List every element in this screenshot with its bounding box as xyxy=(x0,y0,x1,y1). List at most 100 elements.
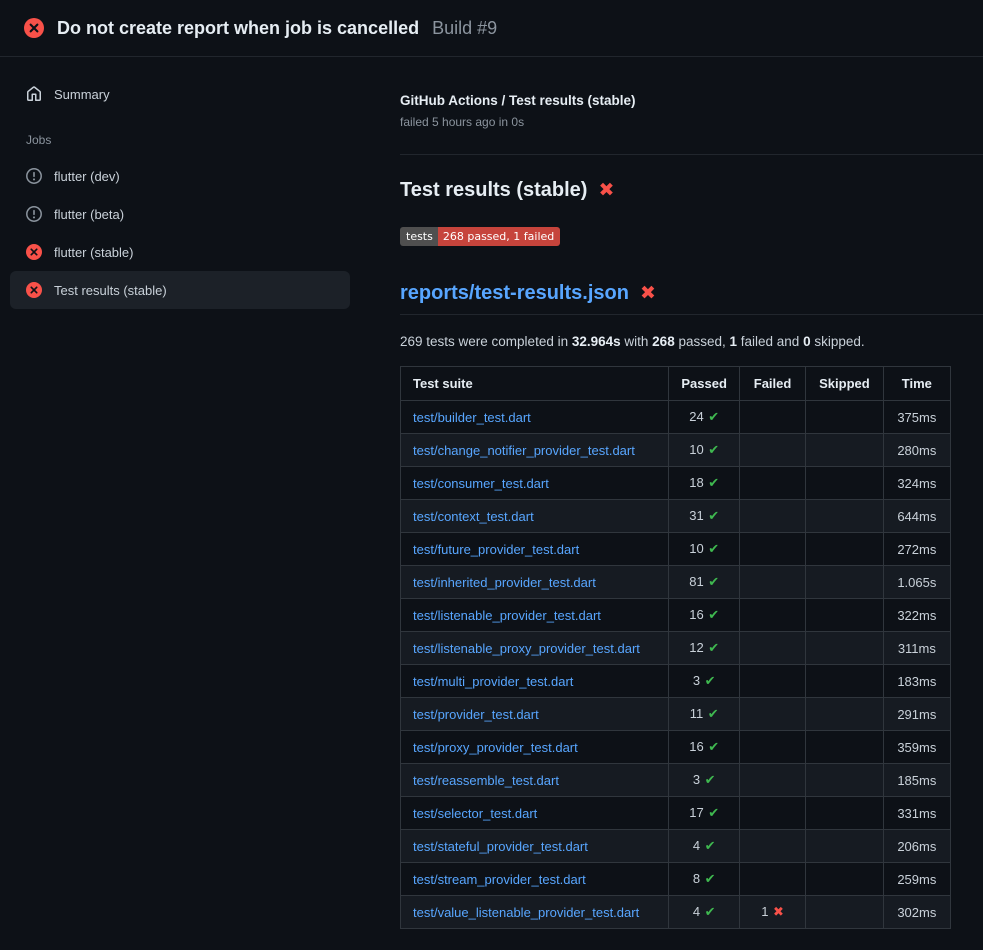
failed-status-icon xyxy=(26,244,42,260)
test-suite-link[interactable]: test/change_notifier_provider_test.dart xyxy=(413,443,635,458)
failed-cell xyxy=(739,863,805,896)
skipped-cell xyxy=(806,665,884,698)
main-content: GitHub Actions / Test results (stable) f… xyxy=(360,57,983,950)
test-suite-link[interactable]: test/listenable_proxy_provider_test.dart xyxy=(413,641,640,656)
pass-check-icon: ✔ xyxy=(700,674,715,689)
skipped-cell xyxy=(806,698,884,731)
sidebar-job-item[interactable]: flutter (stable) xyxy=(10,233,350,271)
job-label: flutter (dev) xyxy=(54,169,120,184)
failed-cell xyxy=(739,731,805,764)
suite-cell: test/context_test.dart xyxy=(401,500,669,533)
failed-cell xyxy=(739,665,805,698)
time-cell: 331ms xyxy=(883,797,950,830)
suite-cell: test/future_provider_test.dart xyxy=(401,533,669,566)
table-row: test/value_listenable_provider_test.dart… xyxy=(401,896,951,929)
skipped-cell xyxy=(806,764,884,797)
section-title: Test results (stable) xyxy=(400,179,587,202)
test-suite-link[interactable]: test/stream_provider_test.dart xyxy=(413,872,586,887)
home-icon xyxy=(26,86,42,102)
table-row: test/reassemble_test.dart3 ✔185ms xyxy=(401,764,951,797)
skipped-cell xyxy=(806,566,884,599)
test-suite-link[interactable]: test/value_listenable_provider_test.dart xyxy=(413,905,639,920)
time-cell: 291ms xyxy=(883,698,950,731)
passed-count: 4 xyxy=(693,838,700,853)
fail-x-icon: ✖ xyxy=(768,905,783,920)
summary-segment: 0 xyxy=(803,334,811,349)
sidebar-job-item[interactable]: flutter (beta) xyxy=(10,195,350,233)
table-row: test/change_notifier_provider_test.dart 1… xyxy=(401,434,951,467)
suite-cell: test/proxy_provider_test.dart xyxy=(401,731,669,764)
time-cell: 644ms xyxy=(883,500,950,533)
skipped-cell xyxy=(806,731,884,764)
skipped-cell xyxy=(806,599,884,632)
summary-segment: 268 xyxy=(652,334,675,349)
job-label: Test results (stable) xyxy=(54,283,167,298)
table-row: test/context_test.dart 31 ✔ 644ms xyxy=(401,500,951,533)
test-suite-link[interactable]: test/provider_test.dart xyxy=(413,707,539,722)
table-row: test/provider_test.dart 11 ✔ 291ms xyxy=(401,698,951,731)
pass-check-icon: ✔ xyxy=(704,806,719,821)
neutral-status-icon xyxy=(26,168,42,184)
passed-cell: 81 ✔ xyxy=(669,566,740,599)
suite-cell: test/change_notifier_provider_test.dart xyxy=(401,434,669,467)
breadcrumb: GitHub Actions / Test results (stable) xyxy=(400,93,983,108)
badge-value: 268 passed, 1 failed xyxy=(438,227,560,246)
passed-cell: 24 ✔ xyxy=(669,401,740,434)
suite-cell: test/selector_test.dart xyxy=(401,797,669,830)
passed-count: 31 xyxy=(689,508,703,523)
test-suite-link[interactable]: test/stateful_provider_test.dart xyxy=(413,839,588,854)
pass-check-icon: ✔ xyxy=(700,773,715,788)
failed-cell: 1 ✖ xyxy=(739,896,805,929)
passed-count: 10 xyxy=(689,442,703,457)
summary-segment: 32.964s xyxy=(572,334,621,349)
report-file-link[interactable]: reports/test-results.json xyxy=(400,282,629,305)
failed-cell xyxy=(739,764,805,797)
section-divider xyxy=(400,154,983,155)
skipped-cell xyxy=(806,434,884,467)
passed-cell: 11 ✔ xyxy=(669,698,740,731)
test-suite-link[interactable]: test/builder_test.dart xyxy=(413,410,531,425)
column-header-skipped: Skipped xyxy=(806,367,884,401)
sidebar-item-summary[interactable]: Summary xyxy=(10,75,350,113)
failed-cell xyxy=(739,599,805,632)
summary-segment: failed and xyxy=(737,334,803,349)
passed-cell: 31 ✔ xyxy=(669,500,740,533)
time-cell: 324ms xyxy=(883,467,950,500)
badge-label: tests xyxy=(400,227,438,246)
test-suite-link[interactable]: test/consumer_test.dart xyxy=(413,476,549,491)
test-suite-link[interactable]: test/selector_test.dart xyxy=(413,806,537,821)
test-suite-link[interactable]: test/future_provider_test.dart xyxy=(413,542,579,557)
failed-cell xyxy=(739,401,805,434)
test-suite-link[interactable]: test/multi_provider_test.dart xyxy=(413,674,573,689)
check-run-header: Do not create report when job is cancell… xyxy=(0,0,983,57)
table-row: test/proxy_provider_test.dart16 ✔359ms xyxy=(401,731,951,764)
passed-cell: 18 ✔ xyxy=(669,467,740,500)
passed-count: 3 xyxy=(693,673,700,688)
suite-cell: test/builder_test.dart xyxy=(401,401,669,434)
passed-count: 11 xyxy=(690,706,704,721)
passed-cell: 10 ✔ xyxy=(669,533,740,566)
table-row: test/inherited_provider_test.dart81 ✔1.0… xyxy=(401,566,951,599)
tests-status-badge: tests 268 passed, 1 failed xyxy=(400,227,560,246)
test-suite-link[interactable]: test/inherited_provider_test.dart xyxy=(413,575,596,590)
test-suite-link[interactable]: test/proxy_provider_test.dart xyxy=(413,740,578,755)
time-cell: 185ms xyxy=(883,764,950,797)
suite-cell: test/multi_provider_test.dart xyxy=(401,665,669,698)
skipped-cell xyxy=(806,863,884,896)
time-cell: 311ms xyxy=(883,632,950,665)
time-cell: 272ms xyxy=(883,533,950,566)
report-heading: reports/test-results.json ✖ xyxy=(400,282,983,315)
test-suite-link[interactable]: test/listenable_provider_test.dart xyxy=(413,608,601,623)
sidebar-job-item[interactable]: flutter (dev) xyxy=(10,157,350,195)
failed-cell xyxy=(739,434,805,467)
pass-check-icon: ✔ xyxy=(700,905,715,920)
passed-cell: 4 ✔ xyxy=(669,896,740,929)
test-suite-link[interactable]: test/context_test.dart xyxy=(413,509,534,524)
table-row: test/listenable_proxy_provider_test.dart… xyxy=(401,632,951,665)
test-suite-link[interactable]: test/reassemble_test.dart xyxy=(413,773,559,788)
pass-check-icon: ✔ xyxy=(704,641,719,656)
skipped-cell xyxy=(806,896,884,929)
jobs-section-label: Jobs xyxy=(0,113,360,157)
build-number: Build #9 xyxy=(432,18,497,39)
sidebar-job-item[interactable]: Test results (stable) xyxy=(10,271,350,309)
